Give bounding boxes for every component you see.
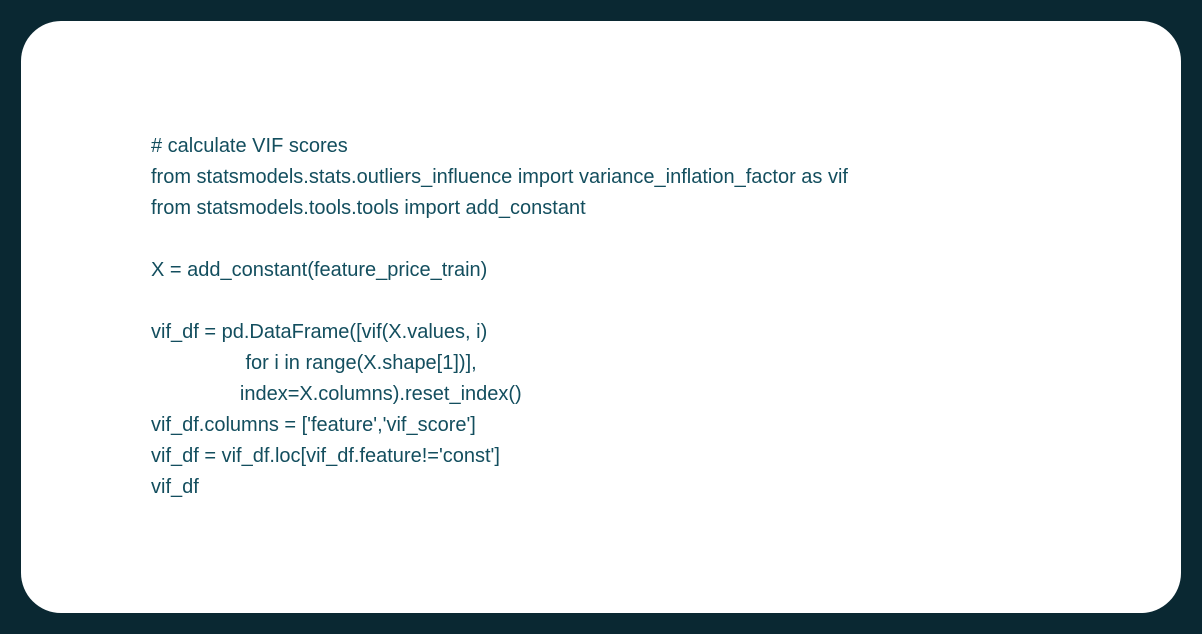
code-card: # calculate VIF scores from statsmodels.… (21, 21, 1181, 613)
code-line: vif_df = vif_df.loc[vif_df.feature!='con… (151, 445, 500, 467)
code-line: from statsmodels.tools.tools import add_… (151, 197, 586, 219)
code-line: from statsmodels.stats.outliers_influenc… (151, 166, 848, 188)
code-line: # calculate VIF scores (151, 135, 348, 157)
code-block: # calculate VIF scores from statsmodels.… (151, 131, 848, 503)
code-line: vif_df (151, 476, 199, 498)
code-line: X = add_constant(feature_price_train) (151, 259, 487, 281)
code-line: for i in range(X.shape[1])], (151, 352, 477, 374)
code-line: vif_df.columns = ['feature','vif_score'] (151, 414, 476, 436)
code-line: index=X.columns).reset_index() (151, 383, 522, 405)
code-line: vif_df = pd.DataFrame([vif(X.values, i) (151, 321, 487, 343)
